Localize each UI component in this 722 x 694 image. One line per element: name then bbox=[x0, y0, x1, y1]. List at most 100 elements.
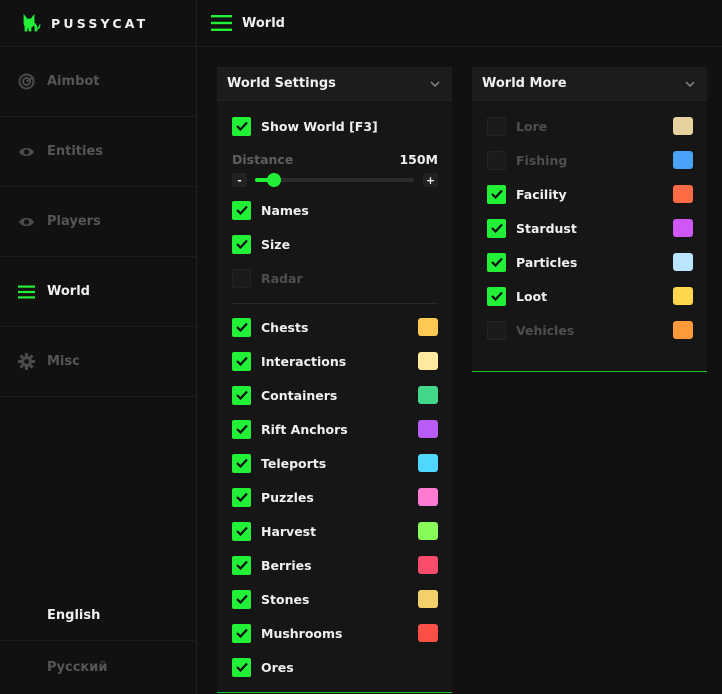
check-icon bbox=[235, 390, 248, 400]
puzzles-row: Puzzles bbox=[232, 487, 438, 507]
harvest-row: Harvest bbox=[232, 521, 438, 541]
berries-checkbox[interactable] bbox=[232, 555, 251, 575]
teleports-color-swatch[interactable] bbox=[418, 454, 438, 472]
containers-checkbox[interactable] bbox=[232, 385, 251, 405]
vehicles-label: Vehicles bbox=[516, 322, 575, 338]
chests-color-swatch[interactable] bbox=[418, 318, 438, 336]
sidebar-item-label: Misc bbox=[47, 354, 80, 369]
menu-icon bbox=[17, 283, 35, 301]
puzzles-color-swatch[interactable] bbox=[418, 488, 438, 506]
show-world-checkbox[interactable] bbox=[232, 116, 251, 136]
interactions-checkbox[interactable] bbox=[232, 351, 251, 371]
distance-slider[interactable] bbox=[255, 173, 414, 187]
chests-label: Chests bbox=[261, 319, 309, 335]
world-settings-header[interactable]: World Settings bbox=[217, 67, 452, 101]
rift-anchors-checkbox[interactable] bbox=[232, 419, 251, 439]
vehicles-row: Vehicles bbox=[487, 320, 693, 340]
fishing-color-swatch[interactable] bbox=[673, 151, 693, 169]
lore-color-swatch[interactable] bbox=[673, 117, 693, 135]
rift-anchors-row: Rift Anchors bbox=[232, 419, 438, 439]
mushrooms-label: Mushrooms bbox=[261, 625, 343, 641]
containers-color-swatch[interactable] bbox=[418, 386, 438, 404]
mushrooms-checkbox[interactable] bbox=[232, 623, 251, 643]
names-checkbox[interactable] bbox=[232, 200, 251, 220]
facility-checkbox[interactable] bbox=[487, 184, 506, 204]
berries-color-swatch[interactable] bbox=[418, 556, 438, 574]
fishing-row: Fishing bbox=[487, 150, 693, 170]
chests-checkbox[interactable] bbox=[232, 317, 251, 337]
facility-row: Facility bbox=[487, 184, 693, 204]
teleports-checkbox[interactable] bbox=[232, 453, 251, 473]
stones-checkbox[interactable] bbox=[232, 589, 251, 609]
radar-checkbox[interactable] bbox=[232, 268, 251, 288]
check-icon bbox=[490, 223, 503, 233]
stones-color-swatch[interactable] bbox=[418, 590, 438, 608]
ores-checkbox[interactable] bbox=[232, 657, 251, 677]
rift-anchors-label: Rift Anchors bbox=[261, 421, 348, 437]
chevron-down-icon bbox=[430, 80, 440, 87]
check-icon bbox=[235, 628, 248, 638]
check-icon bbox=[235, 526, 248, 536]
vehicles-color-swatch[interactable] bbox=[673, 321, 693, 339]
world-more-panel: World More Lore Fishing Facility Stardust Pa… bbox=[472, 67, 707, 372]
ores-label: Ores bbox=[261, 659, 294, 675]
rift-anchors-color-swatch[interactable] bbox=[418, 420, 438, 438]
distance-slider-handle[interactable] bbox=[267, 173, 282, 187]
containers-label: Containers bbox=[261, 387, 338, 403]
teleports-label: Teleports bbox=[261, 455, 327, 471]
top-bar: World bbox=[198, 0, 722, 47]
check-icon bbox=[235, 662, 248, 672]
loot-color-swatch[interactable] bbox=[673, 287, 693, 305]
language-russian[interactable]: Русский bbox=[0, 642, 197, 692]
fishing-label: Fishing bbox=[516, 152, 568, 168]
eye-icon bbox=[17, 143, 35, 161]
check-icon bbox=[235, 322, 248, 332]
harvest-label: Harvest bbox=[261, 523, 317, 539]
harvest-color-swatch[interactable] bbox=[418, 522, 438, 540]
size-row: Size bbox=[232, 234, 438, 254]
stardust-color-swatch[interactable] bbox=[673, 219, 693, 237]
menu-icon[interactable] bbox=[211, 15, 232, 31]
puzzles-label: Puzzles bbox=[261, 489, 314, 505]
particles-color-swatch[interactable] bbox=[673, 253, 693, 271]
size-checkbox[interactable] bbox=[232, 234, 251, 254]
names-label: Names bbox=[261, 202, 309, 218]
world-more-header[interactable]: World More bbox=[472, 67, 707, 101]
sidebar-item-entities[interactable]: Entities bbox=[0, 117, 196, 187]
lore-row: Lore bbox=[487, 116, 693, 136]
ores-row: Ores bbox=[232, 657, 438, 677]
lore-label: Lore bbox=[516, 118, 548, 134]
berries-label: Berries bbox=[261, 557, 312, 573]
loot-row: Loot bbox=[487, 286, 693, 306]
harvest-checkbox[interactable] bbox=[232, 521, 251, 541]
berries-row: Berries bbox=[232, 555, 438, 575]
distance-value: 150M bbox=[399, 152, 438, 167]
lore-checkbox[interactable] bbox=[487, 116, 506, 136]
puzzles-checkbox[interactable] bbox=[232, 487, 251, 507]
mushrooms-color-swatch[interactable] bbox=[418, 624, 438, 642]
radar-row: Radar bbox=[232, 268, 438, 288]
check-icon bbox=[490, 189, 503, 199]
radar-label: Radar bbox=[261, 270, 303, 286]
particles-checkbox[interactable] bbox=[487, 252, 506, 272]
facility-color-swatch[interactable] bbox=[673, 185, 693, 203]
distance-increase-button[interactable]: + bbox=[423, 173, 438, 187]
sidebar-item-label: Entities bbox=[47, 144, 104, 159]
loot-checkbox[interactable] bbox=[487, 286, 506, 306]
sidebar-item-players[interactable]: Players bbox=[0, 187, 196, 257]
distance-decrease-button[interactable]: - bbox=[232, 173, 247, 187]
sidebar-item-misc[interactable]: Misc bbox=[0, 327, 196, 397]
gear-icon bbox=[17, 353, 35, 371]
vehicles-checkbox[interactable] bbox=[487, 320, 506, 340]
interactions-color-swatch[interactable] bbox=[418, 352, 438, 370]
stardust-checkbox[interactable] bbox=[487, 218, 506, 238]
distance-label: Distance bbox=[232, 152, 294, 167]
world-settings-panel: World Settings Show World [F3] Distance … bbox=[217, 67, 452, 693]
language-english[interactable]: English bbox=[0, 591, 197, 641]
check-icon bbox=[235, 492, 248, 502]
stones-row: Stones bbox=[232, 589, 438, 609]
fishing-checkbox[interactable] bbox=[487, 150, 506, 170]
chests-row: Chests bbox=[232, 317, 438, 337]
sidebar-item-world[interactable]: World bbox=[0, 257, 196, 327]
sidebar-item-aimbot[interactable]: Aimbot bbox=[0, 47, 196, 117]
